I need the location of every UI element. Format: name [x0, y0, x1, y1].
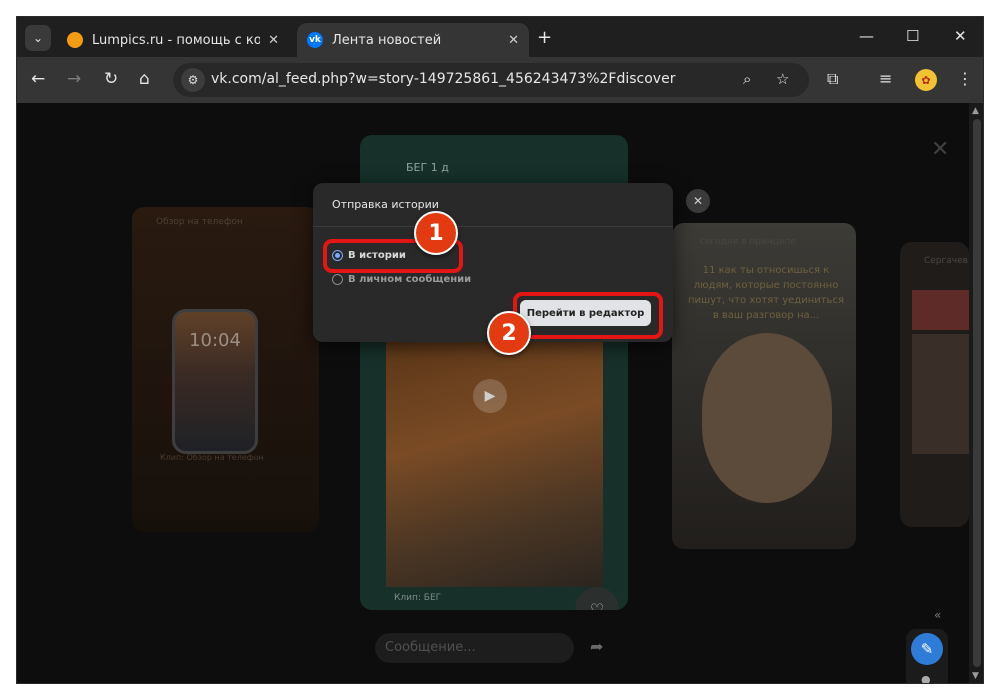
address-url[interactable]: vk.com/al_feed.php?w=story-149725861_456…: [211, 71, 675, 87]
reload-icon[interactable]: ↻: [104, 69, 118, 89]
tab-close-icon[interactable]: ✕: [268, 33, 279, 48]
side-widget[interactable]: ✎ ●: [906, 629, 948, 683]
extensions-puzzle-icon[interactable]: ⧉: [827, 69, 838, 89]
option-private-message[interactable]: В личном сообщении: [332, 274, 471, 285]
tab-strip: ⌄ Lumpics.ru - помощь с компьютером ✕ vk…: [17, 17, 983, 57]
new-tab-button[interactable]: +: [537, 27, 552, 48]
page-viewport: Обзор на телефон 10:04 Клип: Обзор на те…: [17, 103, 969, 683]
story-card-far-right[interactable]: Сергачев: [900, 242, 969, 527]
message-input[interactable]: Сообщение...: [375, 633, 574, 663]
vertical-scrollbar[interactable]: ▲ ▼: [969, 103, 983, 683]
phone-clock: 10:04: [189, 330, 241, 351]
dialog-title: Отправка истории: [332, 198, 439, 211]
dialog-close-icon[interactable]: ✕: [686, 189, 710, 213]
vk-app-icon[interactable]: ✎: [911, 633, 943, 665]
site-info-icon[interactable]: ⚙: [181, 68, 205, 92]
chat-bubble-icon[interactable]: ●: [921, 673, 931, 683]
home-icon[interactable]: ⌂: [139, 69, 150, 89]
play-icon[interactable]: ▶: [473, 379, 507, 413]
minimize-button[interactable]: —: [859, 27, 874, 45]
story-header: сегодня в принципе: [700, 237, 796, 247]
lumpics-icon: [67, 32, 83, 48]
maximize-button[interactable]: ☐: [906, 27, 919, 45]
close-window-button[interactable]: ✕: [954, 27, 967, 45]
dialog-divider: [313, 226, 673, 227]
step-badge-1: 1: [414, 211, 458, 255]
address-bar[interactable]: ⚙ vk.com/al_feed.php?w=story-149725861_4…: [173, 63, 809, 97]
like-heart-icon[interactable]: ♡: [575, 587, 619, 610]
share-arrow-icon[interactable]: ➦: [590, 637, 603, 656]
story-quote: 11 как ты относишься к людям, которые по…: [688, 265, 844, 321]
scroll-down-icon[interactable]: ▼: [972, 671, 979, 681]
story-card-left[interactable]: Обзор на телефон 10:04 Клип: Обзор на те…: [132, 207, 319, 532]
browser-window: ⌄ Lumpics.ru - помощь с компьютером ✕ vk…: [16, 16, 984, 684]
scrollbar-thumb[interactable]: [973, 119, 981, 667]
close-story-icon[interactable]: ✕: [931, 137, 949, 162]
clip-label: Клип: БЕГ: [394, 593, 442, 603]
forward-arrow-icon[interactable]: →: [67, 69, 81, 89]
story-footer: Клип: Обзор на телефон: [160, 453, 264, 462]
media-control-icon[interactable]: ≡: [879, 69, 892, 88]
step-badge-2: 2: [487, 311, 531, 355]
person-photo: [702, 333, 832, 503]
profile-avatar-icon[interactable]: ✿: [915, 69, 937, 91]
tab-title: Lumpics.ru - помощь с компьютером: [92, 32, 260, 48]
back-arrow-icon[interactable]: ←: [31, 69, 45, 89]
tab-vk-feed[interactable]: vk Лента новостей ✕: [297, 23, 529, 57]
scroll-up-icon[interactable]: ▲: [972, 106, 979, 116]
tab-search-chevron-icon[interactable]: ⌄: [25, 25, 51, 51]
mountain-trail-photo: [386, 335, 603, 587]
story-header: Сергачев: [924, 256, 968, 266]
browser-toolbar: ← → ↻ ⌂ ⚙ vk.com/al_feed.php?w=story-149…: [17, 57, 983, 103]
phone-image: 10:04: [172, 309, 258, 454]
story-photo: [912, 334, 969, 454]
vk-icon: vk: [307, 32, 323, 48]
radio-unselected-icon[interactable]: [332, 274, 343, 285]
story-author: БЕГ 1 д: [406, 161, 449, 174]
story-banner: [912, 290, 969, 330]
highlight-frame-button: [513, 292, 663, 339]
bookmark-star-icon[interactable]: ☆: [776, 70, 789, 88]
menu-kebab-icon[interactable]: ⋮: [957, 69, 973, 88]
tab-title: Лента новостей: [332, 32, 442, 48]
tab-lumpics[interactable]: Lumpics.ru - помощь с компьютером ✕: [57, 23, 289, 57]
story-caption: Обзор на телефон: [156, 217, 243, 227]
zoom-icon[interactable]: ⌕: [743, 70, 751, 88]
option-label: В личном сообщении: [348, 274, 472, 285]
tab-close-icon[interactable]: ✕: [508, 33, 519, 48]
collapse-chevron-icon[interactable]: «: [934, 608, 941, 622]
story-card-right[interactable]: сегодня в принципе 11 как ты относишься …: [672, 223, 856, 549]
